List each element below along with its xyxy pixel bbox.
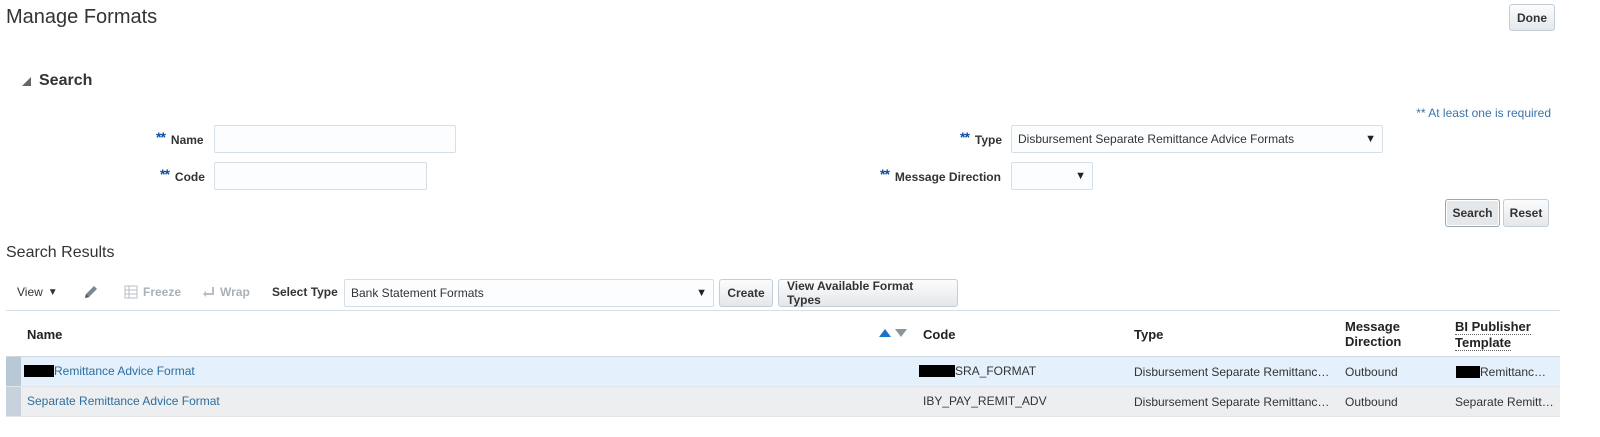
row-type: Disbursement Separate Remittanc… [1134, 365, 1330, 379]
row-name-text: Remittance Advice Format [54, 364, 195, 378]
row-header[interactable] [6, 387, 21, 416]
row-direction: Outbound [1345, 395, 1398, 409]
required-marker: ** [160, 166, 170, 182]
direction-field-label: ** Message Direction [880, 166, 1001, 186]
redaction-block [919, 365, 955, 377]
view-menu[interactable]: View ▼ [17, 285, 58, 299]
wrap-icon [203, 287, 214, 297]
search-section-title: Search [39, 72, 93, 89]
row-template: Separate Remitt… [1455, 395, 1554, 409]
row-name-link[interactable]: Remittance Advice Format [24, 364, 195, 378]
column-header-code[interactable]: Code [923, 327, 956, 342]
pencil-icon [85, 286, 97, 298]
view-available-format-types-button[interactable]: View Available Format Types [778, 279, 958, 307]
table-header: Name Code Type Message Direction BI Publ… [6, 311, 1560, 357]
row-type: Disbursement Separate Remittanc… [1134, 395, 1330, 409]
table-row[interactable]: Remittance Advice Format SRA_FORMAT Disb… [6, 357, 1560, 387]
row-code-text: SRA_FORMAT [955, 364, 1037, 378]
select-type-dropdown[interactable]: Bank Statement Formats ▼ [344, 279, 714, 307]
sort-descending-icon[interactable] [895, 329, 907, 337]
column-header-name[interactable]: Name [27, 327, 62, 342]
redaction-block [24, 365, 54, 377]
done-button[interactable]: Done [1509, 4, 1555, 31]
collapse-triangle-icon [22, 76, 31, 86]
reset-button[interactable]: Reset [1503, 199, 1549, 227]
column-header-direction-line2: Direction [1345, 334, 1402, 349]
caret-down-icon: ▼ [1075, 170, 1086, 182]
name-field-label: ** Name [156, 129, 204, 149]
message-direction-select[interactable]: ▼ [1011, 162, 1093, 190]
column-header-template-line2: Template [1455, 335, 1512, 351]
row-direction: Outbound [1345, 365, 1398, 379]
select-type-label: Select Type [272, 285, 338, 299]
code-input[interactable] [214, 162, 427, 190]
sort-control[interactable] [879, 329, 907, 337]
row-name-link[interactable]: Separate Remittance Advice Format [27, 394, 220, 408]
required-marker: ** [156, 129, 166, 145]
code-label: Code [174, 170, 205, 184]
name-input[interactable] [214, 125, 456, 153]
caret-down-icon: ▼ [696, 287, 707, 299]
wrap-label: Wrap [220, 285, 250, 299]
page-title: Manage Formats [6, 6, 158, 28]
code-field-label: ** Code [160, 166, 205, 186]
type-field-label: ** Type [960, 129, 1003, 149]
caret-down-icon: ▼ [47, 286, 58, 298]
create-button[interactable]: Create [719, 279, 773, 307]
view-label: View [17, 285, 43, 299]
row-template: Remittanc… [1456, 365, 1556, 379]
row-template-text: Remittanc… [1480, 365, 1547, 379]
caret-down-icon: ▼ [1365, 133, 1376, 145]
column-header-message-direction[interactable]: Message Direction [1345, 319, 1401, 349]
edit-button[interactable] [82, 283, 100, 301]
search-section-toggle[interactable]: Search [22, 72, 92, 90]
type-select-value: Disbursement Separate Remittance Advice … [1018, 132, 1295, 146]
type-label: Type [974, 133, 1003, 147]
freeze-columns-icon [124, 285, 138, 299]
required-marker: ** [880, 166, 890, 182]
required-marker: ** [960, 129, 970, 145]
name-label: Name [170, 133, 204, 147]
select-type-value: Bank Statement Formats [351, 286, 484, 300]
column-header-bi-publisher-template[interactable]: BI Publisher Template [1455, 319, 1560, 351]
column-header-type[interactable]: Type [1134, 327, 1163, 342]
search-button[interactable]: Search [1445, 199, 1500, 227]
column-header-direction-line1: Message [1345, 319, 1400, 334]
row-code: IBY_PAY_REMIT_ADV [923, 394, 1047, 408]
results-table: Name Code Type Message Direction BI Publ… [6, 310, 1560, 417]
search-results-title: Search Results [6, 244, 115, 261]
redaction-block [1456, 366, 1480, 378]
row-header[interactable] [6, 357, 21, 386]
type-select[interactable]: Disbursement Separate Remittance Advice … [1011, 125, 1383, 153]
freeze-button[interactable]: Freeze [124, 285, 181, 299]
table-row[interactable]: Separate Remittance Advice Format IBY_PA… [6, 387, 1560, 417]
freeze-label: Freeze [143, 285, 182, 299]
required-note: ** At least one is required [1416, 106, 1551, 120]
column-header-template-line1: BI Publisher [1455, 319, 1531, 335]
sort-ascending-icon[interactable] [879, 329, 891, 337]
wrap-button[interactable]: Wrap [201, 285, 250, 299]
row-code: SRA_FORMAT [919, 364, 1036, 378]
direction-label: Message Direction [894, 170, 1001, 184]
